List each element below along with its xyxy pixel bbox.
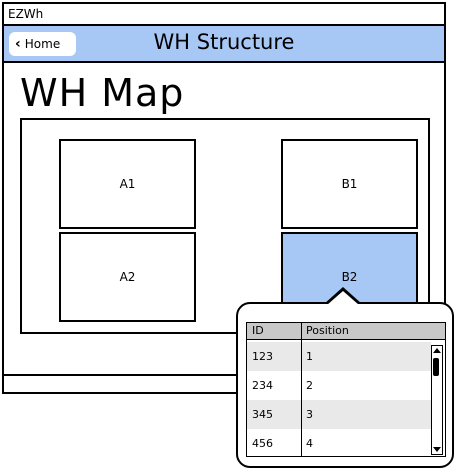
app-header: ‹ Home WH Structure [4, 26, 444, 63]
table-row[interactable]: 123 1 [247, 342, 431, 371]
window-titlebar: EZWh [4, 4, 444, 26]
cell-id: 123 [252, 350, 273, 363]
zone-details-popover: ID Position 123 1 234 2 345 3 456 4 [236, 302, 454, 468]
cell-position: 1 [306, 350, 313, 363]
cell-position: 3 [306, 408, 313, 421]
cell-id: 234 [252, 379, 273, 392]
zone-label: A2 [119, 270, 136, 284]
window-title: EZWh [8, 7, 44, 21]
table-row[interactable]: 234 2 [247, 371, 431, 400]
zone-b1[interactable]: B1 [281, 139, 418, 229]
cell-position: 4 [306, 437, 313, 450]
zone-label: B2 [341, 270, 358, 284]
column-divider [301, 323, 302, 456]
zone-label: B1 [341, 177, 358, 191]
cell-position: 2 [306, 379, 313, 392]
scroll-up-icon[interactable] [433, 348, 441, 353]
scroll-down-icon[interactable] [433, 447, 441, 452]
table-scrollbar[interactable] [431, 345, 443, 455]
column-header-id: ID [252, 324, 264, 337]
table-row[interactable]: 345 3 [247, 400, 431, 429]
zone-label: A1 [119, 177, 136, 191]
table-header: ID Position [247, 323, 445, 340]
scroll-thumb[interactable] [433, 358, 439, 376]
cell-id: 345 [252, 408, 273, 421]
popover-pointer-fill [327, 291, 359, 305]
zone-a2[interactable]: A2 [59, 232, 196, 322]
cell-id: 456 [252, 437, 273, 450]
table-row[interactable]: 456 4 [247, 429, 431, 456]
positions-table: ID Position 123 1 234 2 345 3 456 4 [246, 322, 446, 457]
zone-a1[interactable]: A1 [59, 139, 196, 229]
header-title: WH Structure [153, 30, 295, 54]
page-title: WH Map [20, 71, 185, 115]
column-header-position: Position [306, 324, 349, 337]
